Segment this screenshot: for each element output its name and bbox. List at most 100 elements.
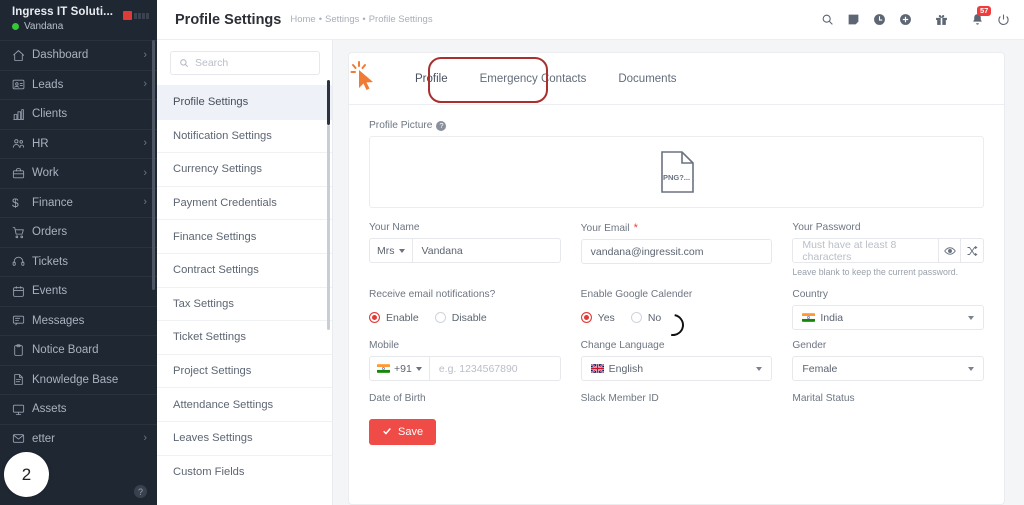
sidebar-item-etter[interactable]: etter › [0, 423, 157, 454]
google-calendar-label: Enable Google Calender [580, 289, 693, 300]
mobile-input-group[interactable]: +91 e.g. 1234567890 [369, 356, 561, 381]
settings-nav-scroll-thumb[interactable] [327, 80, 330, 125]
plus-circle-icon[interactable] [899, 13, 912, 26]
sidebar-item-finance[interactable]: $ Finance › [0, 187, 157, 218]
settings-nav-item-tax-settings[interactable]: Tax Settings [157, 286, 332, 321]
sidebar-item-notice-board[interactable]: Notice Board [0, 335, 157, 365]
your-email-input[interactable]: vandana@ingressit.com [580, 239, 773, 264]
sidebar-item-label: Notice Board [32, 344, 99, 357]
settings-nav-item-project-settings[interactable]: Project Settings [157, 353, 332, 388]
online-status-dot [12, 23, 19, 30]
note-icon[interactable] [847, 13, 860, 26]
salutation-select[interactable]: Mrs [370, 239, 413, 262]
show-password-icon[interactable] [937, 239, 961, 262]
settings-nav-item-custom-fields[interactable]: Custom Fields [157, 454, 332, 489]
search-input[interactable]: Search [170, 51, 320, 75]
tab-documents[interactable]: Documents [602, 53, 692, 105]
finance-icon: $ [12, 195, 19, 210]
chevron-right-icon: › [143, 137, 147, 150]
sidebar-item-label: Assets [32, 403, 67, 416]
sidebar-item-work[interactable]: Work › [0, 158, 157, 188]
sidebar-user-name: Vandana [24, 21, 64, 32]
settings-nav-item-notification-settings[interactable]: Notification Settings [157, 118, 332, 153]
hr-icon [12, 137, 32, 150]
settings-nav-item-leaves-settings[interactable]: Leaves Settings [157, 420, 332, 455]
your-password-input-group[interactable]: Must have at least 8 characters [792, 238, 985, 263]
messages-icon [12, 314, 32, 327]
gender-label: Gender [792, 340, 827, 351]
settings-search-wrap: Search [157, 40, 332, 85]
field-mobile: Mobile +91 e.g. 1234567890 [369, 340, 561, 381]
radio-enable[interactable]: Enable [369, 312, 419, 324]
sidebar-item-assets[interactable]: Assets [0, 394, 157, 424]
breadcrumb-item[interactable]: Profile Settings [369, 14, 433, 25]
sidebar-item-label: etter [32, 432, 56, 445]
radio-no[interactable]: No [630, 312, 661, 324]
your-password-label: Your Password [792, 222, 861, 233]
settings-nav-item-currency-settings[interactable]: Currency Settings [157, 152, 332, 186]
field-your-email: Your Email * vandana@ingressit.com [580, 222, 773, 277]
clock-icon[interactable] [873, 13, 886, 26]
topbar: Profile Settings Home • Settings • Profile S… [157, 0, 1024, 40]
bell-icon[interactable]: 57 [971, 6, 992, 26]
change-language-label: Change Language [580, 340, 665, 351]
sidebar-item-leads[interactable]: Leads › [0, 69, 157, 100]
radio-yes[interactable]: Yes [580, 312, 615, 324]
change-language-select[interactable]: English [580, 356, 773, 381]
field-gender: Gender Female [792, 340, 985, 381]
settings-nav-scrollbar[interactable] [327, 125, 330, 330]
sidebar-scrollbar[interactable] [152, 40, 155, 290]
mobile-label: Mobile [369, 340, 400, 351]
dial-code-select[interactable]: +91 [370, 357, 430, 380]
sidebar-item-orders[interactable]: Orders [0, 217, 157, 247]
search-icon[interactable] [821, 13, 834, 26]
leads-icon [12, 78, 32, 91]
password-help-text: Leave blank to keep the current password… [792, 267, 959, 277]
your-name-value: Vandana [421, 244, 463, 257]
sidebar-item-messages[interactable]: Messages [0, 305, 157, 336]
sidebar-item-tickets[interactable]: Tickets [0, 246, 157, 277]
gender-select[interactable]: Female [792, 356, 985, 381]
sidebar-item-hr[interactable]: HR › [0, 128, 157, 159]
settings-nav-item-profile-settings[interactable]: Profile Settings [157, 85, 332, 119]
settings-nav-item-contract-settings[interactable]: Contract Settings [157, 252, 332, 287]
sidebar-item-clients[interactable]: Clients [0, 99, 157, 129]
settings-nav-item-payment-credentials[interactable]: Payment Credentials [157, 185, 332, 220]
profile-picture-dropzone[interactable]: PNG?... [369, 136, 984, 208]
settings-nav-item-attendance-settings[interactable]: Attendance Settings [157, 387, 332, 421]
brand-logo [123, 11, 149, 20]
generate-password-icon[interactable] [960, 239, 983, 262]
search-placeholder: Search [195, 57, 229, 69]
help-icon[interactable]: ? [436, 120, 447, 131]
field-date-of-birth: Date of Birth [369, 393, 561, 409]
breadcrumb-item[interactable]: Home [290, 14, 315, 25]
gift-icon[interactable] [935, 13, 948, 26]
chevron-right-icon: › [143, 48, 147, 61]
your-email-label: Your Email * [581, 222, 773, 234]
help-icon[interactable]: ? [134, 485, 147, 498]
power-icon[interactable] [997, 13, 1010, 26]
tab-profile[interactable]: Profile [399, 53, 464, 105]
save-button-label: Save [398, 426, 424, 438]
radio-enable-label: Enable [386, 311, 419, 324]
country-select[interactable]: India [792, 305, 985, 330]
breadcrumb-item[interactable]: Settings [325, 14, 359, 25]
sidebar-item-label: Finance [32, 196, 73, 209]
sidebar-brand[interactable]: Ingress IT Soluti... Vandana [0, 0, 157, 40]
settings-nav-item-finance-settings[interactable]: Finance Settings [157, 219, 332, 253]
search-icon [179, 58, 189, 68]
save-button[interactable]: Save [369, 419, 437, 445]
radio-disable[interactable]: Disable [434, 312, 487, 324]
events-icon [12, 285, 32, 298]
dial-code-value: +91 [394, 362, 412, 375]
chevron-down-icon [415, 366, 422, 371]
breadcrumb-separator: • [362, 14, 366, 25]
tab-emergency-contacts[interactable]: Emergency Contacts [464, 53, 603, 105]
your-name-input-group[interactable]: Mrs Vandana [369, 238, 561, 263]
primary-sidebar: Ingress IT Soluti... Vandana Dashboard › L… [0, 0, 157, 505]
sidebar-item-dashboard[interactable]: Dashboard › [0, 40, 157, 70]
sidebar-item-knowledge-base[interactable]: Knowledge Base [0, 364, 157, 395]
sidebar-item-label: Leads [32, 78, 64, 91]
sidebar-item-events[interactable]: Events [0, 276, 157, 306]
settings-nav-item-ticket-settings[interactable]: Ticket Settings [157, 320, 332, 354]
